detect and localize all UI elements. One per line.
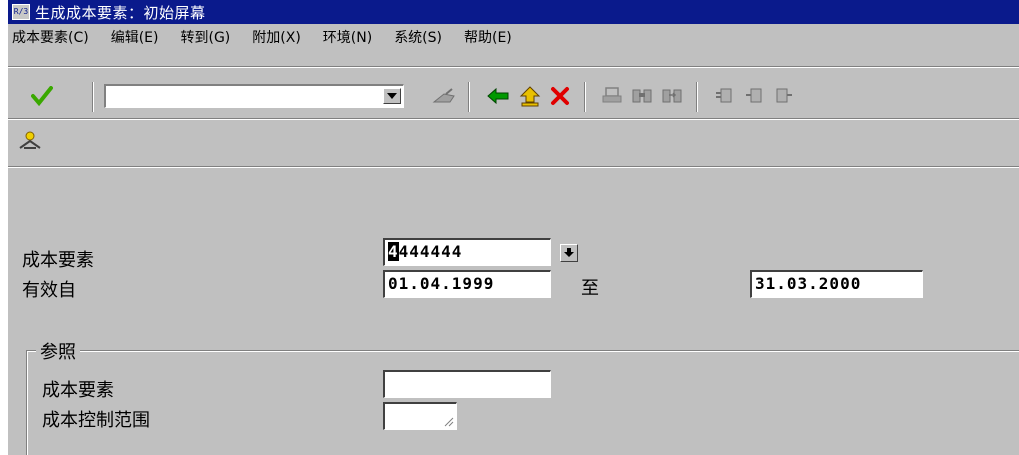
find-icon[interactable]: [630, 84, 654, 108]
cost-element-label: 成本要素: [22, 250, 94, 271]
reference-group-box: [26, 350, 1019, 455]
reference-cost-element-input[interactable]: [383, 370, 551, 398]
chevron-down-icon: [387, 93, 397, 99]
to-label: 至: [581, 278, 599, 299]
divider: [8, 166, 1019, 168]
find-next-icon[interactable]: [660, 84, 684, 108]
cost-element-value: 444444: [398, 242, 463, 261]
toolbar-separator: [92, 82, 94, 112]
standard-toolbar: [8, 76, 1019, 114]
menu-bar: 成本要素(C) 编辑(E) 转到(G) 附加(X) 环境(N) 系统(S) 帮助…: [8, 25, 1019, 49]
master-data-icon[interactable]: [18, 130, 42, 156]
exit-icon[interactable]: [518, 84, 542, 108]
application-toolbar: [8, 128, 1019, 156]
first-page-icon[interactable]: [712, 84, 736, 108]
resize-grip-icon: [444, 417, 454, 427]
valid-from-input[interactable]: 01.04.1999: [383, 270, 551, 298]
toolbar-separator: [584, 82, 586, 112]
reference-controlling-area-input[interactable]: [383, 402, 457, 430]
command-field[interactable]: [104, 84, 404, 108]
sap-window: R/3 生成成本要素：初始屏幕 成本要素(C) 编辑(E) 转到(G) 附加(X…: [6, 0, 1019, 455]
divider: [8, 66, 1019, 68]
cost-element-f4-help-button[interactable]: [560, 244, 578, 262]
menu-environment[interactable]: 环境(N): [323, 27, 372, 47]
toolbar-separator: [696, 82, 698, 112]
back-icon[interactable]: [486, 84, 510, 108]
menu-edit[interactable]: 编辑(E): [111, 27, 159, 47]
menu-goto[interactable]: 转到(G): [180, 27, 230, 47]
valid-from-label: 有效自: [22, 280, 76, 301]
menu-system[interactable]: 系统(S): [394, 27, 442, 47]
reference-cost-element-label: 成本要素: [42, 380, 114, 401]
save-icon[interactable]: [432, 84, 456, 108]
enter-check-icon[interactable]: [30, 84, 54, 108]
cost-element-input[interactable]: 4444444: [383, 238, 551, 266]
reference-group-title: 参照: [36, 338, 80, 364]
sap-logo-icon[interactable]: R/3: [12, 4, 30, 20]
arrow-down-icon: [564, 248, 574, 257]
menu-extras[interactable]: 附加(X): [252, 27, 301, 47]
title-bar: R/3 生成成本要素：初始屏幕: [8, 0, 1019, 24]
menu-cost-element[interactable]: 成本要素(C): [12, 27, 89, 47]
valid-to-input[interactable]: 31.03.2000: [750, 270, 923, 298]
reference-controlling-area-label: 成本控制范围: [42, 410, 150, 431]
menu-help[interactable]: 帮助(E): [464, 27, 512, 47]
next-page-icon[interactable]: [772, 84, 796, 108]
previous-page-icon[interactable]: [742, 84, 766, 108]
window-title: 生成成本要素：初始屏幕: [35, 3, 206, 22]
command-history-dropdown[interactable]: [383, 88, 401, 104]
text-cursor: 4: [388, 242, 399, 261]
print-icon[interactable]: [600, 84, 624, 108]
toolbar-separator: [468, 82, 470, 112]
divider: [8, 118, 1019, 120]
cancel-icon[interactable]: [548, 84, 572, 108]
